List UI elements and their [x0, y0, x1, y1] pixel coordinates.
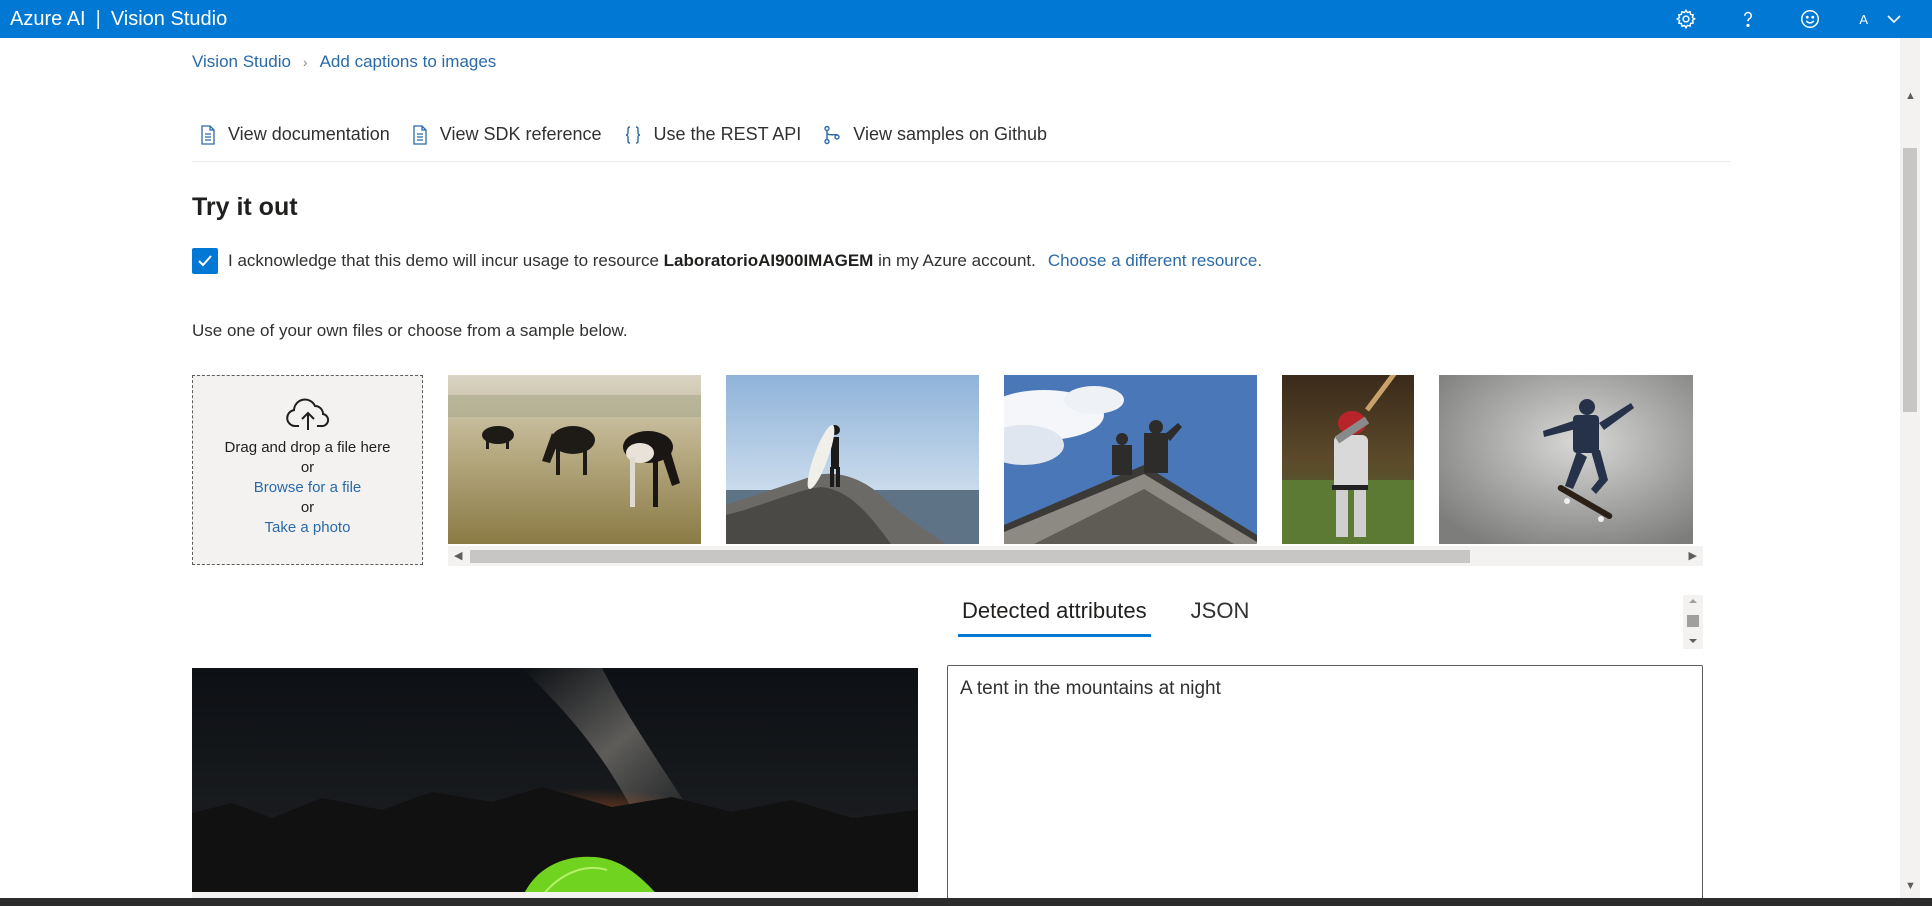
try-it-out-heading: Try it out [192, 193, 298, 221]
acknowledge-checkbox[interactable] [192, 248, 218, 274]
top-bar: Azure AI | Vision Studio A [0, 0, 1932, 38]
document-icon [413, 124, 427, 145]
file-drop-zone[interactable]: Drag and drop a file here or Browse for … [192, 375, 423, 565]
use-rest-api-link[interactable]: Use the REST API [624, 124, 802, 145]
brand-vision-studio: Vision Studio [110, 7, 228, 30]
page-scrollbar[interactable]: ▲ ▼ [1900, 38, 1920, 900]
results-tabs: Detected attributes JSON [958, 598, 1253, 637]
use-files-text: Use one of your own files or choose from… [192, 321, 628, 340]
chevron-right-icon: › [302, 54, 308, 70]
sample-scrollbar[interactable]: ◀ ▶ [448, 546, 1703, 566]
gear-icon[interactable] [1673, 6, 1699, 32]
acknowledge-prefix: I acknowledge that this demo will incur … [228, 251, 659, 270]
caption-result-box: A tent in the mountains at night [947, 665, 1703, 900]
sample-image-cows[interactable] [448, 375, 701, 544]
resource-links: View documentation View SDK reference Us… [200, 124, 1069, 145]
account-avatar: A [1859, 11, 1868, 27]
browse-file-link[interactable]: Browse for a file [254, 478, 362, 498]
breadcrumb-vision-studio[interactable]: Vision Studio [192, 52, 291, 72]
sample-image-skateboarder[interactable] [1439, 375, 1693, 544]
or-text: or [300, 499, 315, 516]
divider [192, 161, 1730, 162]
use-rest-api-label: Use the REST API [653, 124, 802, 144]
caption-text: A tent in the mountains at night [960, 678, 1221, 699]
breadcrumb: Vision Studio › Add captions to images [192, 52, 496, 72]
acknowledge-suffix: in my Azure account. [878, 251, 1036, 270]
brand[interactable]: Azure AI | Vision Studio [0, 8, 227, 31]
document-icon [201, 124, 215, 145]
tab-json[interactable]: JSON [1187, 598, 1254, 637]
tab-detected-attributes[interactable]: Detected attributes [958, 598, 1151, 637]
sample-image-building[interactable] [1004, 375, 1257, 544]
acknowledge-row: I acknowledge that this demo will incur … [192, 248, 1262, 274]
tabs-scrollbar[interactable] [1683, 595, 1703, 649]
chevron-down-icon [1887, 15, 1901, 24]
account-menu[interactable]: A [1859, 12, 1902, 27]
take-photo-link[interactable]: Take a photo [265, 518, 351, 538]
branch-icon [824, 125, 840, 144]
scrollbar-thumb[interactable] [470, 550, 1470, 563]
sample-image-baseball[interactable] [1282, 375, 1414, 544]
main-content: Vision Studio › Add captions to images V… [0, 38, 1900, 900]
view-documentation-label: View documentation [228, 124, 390, 144]
scroll-up-icon[interactable]: ▲ [1905, 90, 1916, 102]
scroll-left-icon[interactable]: ◀ [454, 549, 462, 562]
scroll-down-icon[interactable]: ▼ [1905, 880, 1916, 892]
view-samples-github-label: View samples on Github [853, 124, 1048, 144]
braces-icon [625, 125, 640, 144]
sample-images [448, 375, 1703, 545]
breadcrumb-add-captions[interactable]: Add captions to images [320, 52, 497, 72]
feedback-smiley-icon[interactable] [1797, 6, 1823, 32]
or-text: or [300, 459, 315, 476]
drag-drop-text: Drag and drop a file here [224, 439, 391, 456]
page-scrollbar-thumb[interactable] [1903, 148, 1917, 412]
resource-name: LaboratorioAI900IMAGEM [663, 251, 874, 270]
view-sdk-reference-link[interactable]: View SDK reference [412, 124, 602, 145]
cloud-upload-icon [285, 398, 329, 430]
view-sdk-reference-label: View SDK reference [439, 124, 602, 144]
taskbar-strip [0, 898, 1932, 906]
view-documentation-link[interactable]: View documentation [200, 124, 390, 145]
view-samples-github-link[interactable]: View samples on Github [823, 124, 1047, 145]
checkmark-icon [198, 255, 212, 267]
brand-azure-ai: Azure AI [10, 7, 86, 30]
scroll-right-icon[interactable]: ▶ [1689, 549, 1697, 562]
choose-different-resource-link[interactable]: Choose a different resource. [1048, 251, 1262, 271]
brand-separator: | [95, 7, 101, 30]
result-image-tent [192, 668, 918, 900]
sample-image-surfer[interactable] [726, 375, 979, 544]
help-icon[interactable] [1735, 6, 1761, 32]
